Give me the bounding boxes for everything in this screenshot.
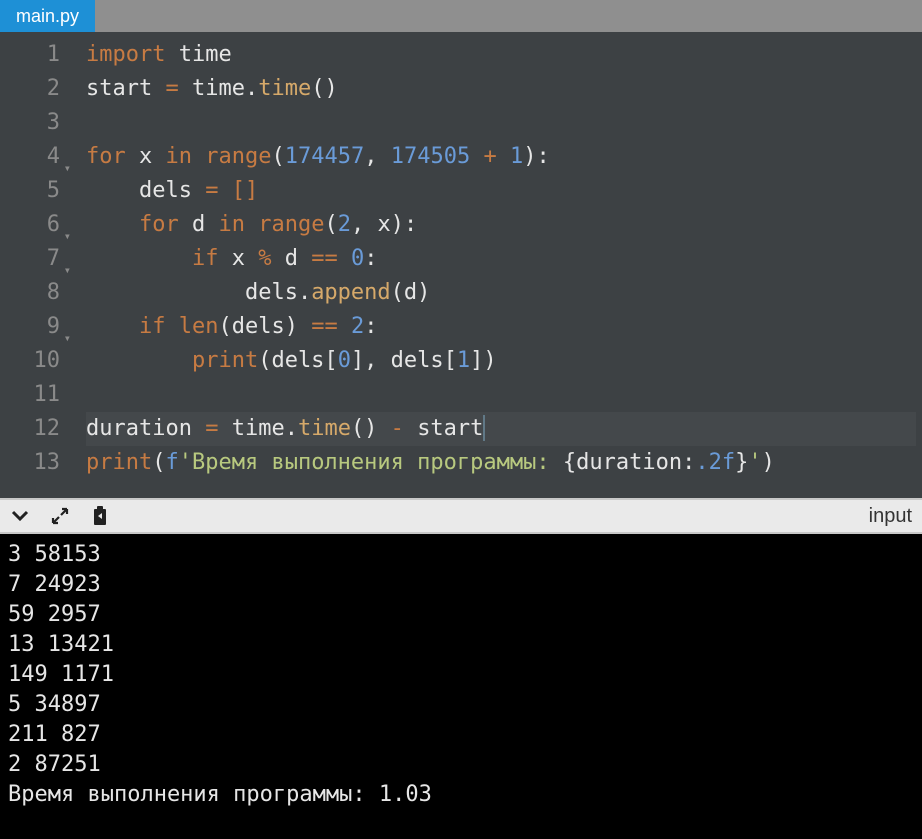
- code-line: [86, 378, 916, 412]
- line-number: 2: [6, 72, 60, 106]
- code-line: for x in range(174457, 174505 + 1):: [86, 140, 916, 174]
- line-number-gutter: 1 2 3 4 5 6 7 8 9 10 11 12 13: [0, 32, 74, 498]
- code-line: [86, 106, 916, 140]
- input-label: input: [869, 505, 912, 528]
- line-number: 1: [6, 38, 60, 72]
- code-line: for d in range(2, x):: [86, 208, 916, 242]
- line-number: 5: [6, 174, 60, 208]
- line-number: 12: [6, 412, 60, 446]
- code-line: import time: [86, 38, 916, 72]
- line-number: 4: [6, 140, 60, 174]
- code-line: start = time.time(): [86, 72, 916, 106]
- code-line: if len(dels) == 2:: [86, 310, 916, 344]
- code-line: print(dels[0], dels[1]): [86, 344, 916, 378]
- code-line: print(f'Время выполнения программы: {dur…: [86, 446, 916, 480]
- code-area[interactable]: import time start = time.time() for x in…: [74, 32, 922, 498]
- expand-icon[interactable]: [50, 506, 70, 526]
- code-editor[interactable]: 1 2 3 4 5 6 7 8 9 10 11 12 13 import tim…: [0, 32, 922, 498]
- tab-strip-empty: [95, 0, 922, 32]
- line-number: 10: [6, 344, 60, 378]
- console-output[interactable]: 3 58153 7 24923 59 2957 13 13421 149 117…: [0, 534, 922, 839]
- line-number: 6: [6, 208, 60, 242]
- code-line: if x % d == 0:: [86, 242, 916, 276]
- tab-main-py[interactable]: main.py: [0, 0, 95, 32]
- console-toolbar: input: [0, 498, 922, 534]
- line-number: 3: [6, 106, 60, 140]
- chevron-down-icon[interactable]: [10, 506, 30, 526]
- line-number: 11: [6, 378, 60, 412]
- line-number: 13: [6, 446, 60, 480]
- clipboard-icon[interactable]: [90, 505, 110, 527]
- text-cursor: [483, 415, 485, 441]
- code-line-active: duration = time.time() - start: [86, 412, 916, 446]
- tab-bar: main.py: [0, 0, 922, 32]
- code-line: dels.append(d): [86, 276, 916, 310]
- code-line: dels = []: [86, 174, 916, 208]
- line-number: 7: [6, 242, 60, 276]
- line-number: 8: [6, 276, 60, 310]
- line-number: 9: [6, 310, 60, 344]
